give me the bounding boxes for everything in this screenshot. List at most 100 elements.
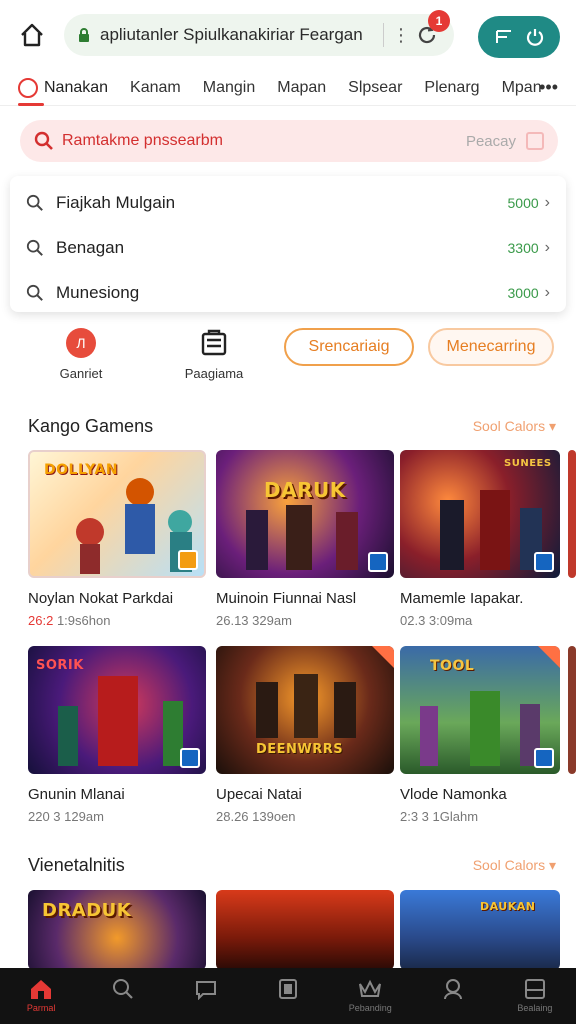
nav-search[interactable] — [91, 978, 155, 1014]
game-icon: Л — [66, 328, 96, 358]
nav-library[interactable] — [256, 978, 320, 1014]
nav-home[interactable]: Parmal — [9, 978, 73, 1014]
quick-actions: Л Ganriet Paagiama Srencariaig Menecarri… — [0, 326, 576, 386]
game-shortcut[interactable]: Л Ganriet — [50, 328, 112, 381]
game-card[interactable]: SORIK Gnunin Mlanai 220 3 129am — [28, 646, 206, 824]
tab-item[interactable]: Kanam — [130, 79, 181, 97]
card-meta: 26.13 329am — [216, 613, 292, 628]
game-thumbnail-partial — [568, 646, 576, 774]
game-thumbnail: TOOL — [400, 646, 560, 774]
more-vertical-icon[interactable]: ⋮ — [392, 25, 410, 46]
section-header: Vienetalnitis Sool Calors ▾ — [28, 855, 556, 876]
card-meta: 26:2 1:9s6hon — [28, 613, 111, 628]
game-thumbnail: DAUKAN — [400, 890, 560, 970]
home-icon — [21, 23, 43, 47]
address-bar[interactable]: apliutanler Spiulkanakiriar Feargan ⋮ 1 — [64, 10, 454, 56]
card-title: Upecai Natai — [216, 786, 302, 803]
search-bar[interactable]: Ramtakme pnssearbm Peacay — [20, 120, 558, 162]
see-all-link[interactable]: Sool Calors ▾ — [473, 418, 556, 435]
game-card[interactable]: DRADUK — [28, 890, 206, 970]
tab-item[interactable]: Slpsear — [348, 79, 402, 97]
badge-icon — [180, 748, 200, 768]
search-icon — [26, 194, 43, 211]
refresh-button[interactable]: 1 — [412, 10, 450, 50]
profile-icon — [443, 979, 462, 1000]
game-thumbnail: SORIK — [28, 646, 206, 774]
card-title: Gnunin Mlanai — [28, 786, 125, 803]
badge-icon — [368, 552, 388, 572]
card-meta: 2:3 3 1Glahm — [400, 809, 479, 824]
game-card[interactable]: DAUKAN — [400, 890, 560, 970]
card-title: Mamemle Iapakar. — [400, 590, 524, 607]
game-card[interactable]: SUNEES Mamemle Iapakar. 02.3 3:09ma — [400, 450, 560, 628]
search-input[interactable]: Ramtakme pnssearbm — [62, 132, 466, 150]
more-horizontal-icon[interactable]: ••• — [539, 77, 558, 98]
lock-icon — [79, 28, 89, 42]
game-thumbnail — [216, 890, 394, 970]
browser-bar: apliutanler Spiulkanakiriar Feargan ⋮ 1 — [0, 0, 576, 70]
game-thumbnail: DEENWRRS — [216, 646, 394, 774]
card-title: Vlode Namonka — [400, 786, 507, 803]
badge-icon — [534, 748, 554, 768]
game-thumbnail: DRADUK — [28, 890, 206, 970]
game-thumbnail-partial — [568, 450, 576, 578]
game-thumbnail: DOLLYAN — [28, 450, 206, 578]
card-meta: 02.3 3:09ma — [400, 613, 473, 628]
suggestion-item[interactable]: Benagan 3300 › — [10, 225, 566, 270]
nav-chat[interactable] — [174, 978, 238, 1014]
search-suggestions: Fiajkah Mulgain 5000 › Benagan 3300 › Mu… — [10, 176, 566, 312]
search-icon — [113, 979, 134, 999]
home-icon — [31, 980, 52, 999]
chat-icon — [195, 981, 216, 1000]
game-card[interactable] — [216, 890, 394, 970]
home-button[interactable] — [12, 15, 52, 55]
category-tabs: Nanakan Kanam Mangin Mapan Slpsear Plena… — [0, 70, 576, 106]
badge-icon — [534, 552, 554, 572]
search-pill-button[interactable]: Srencariaig — [284, 328, 414, 366]
tab-item[interactable]: Plenarg — [424, 79, 479, 97]
game-thumbnail: DARUK — [216, 450, 394, 578]
nav-profile[interactable] — [421, 978, 485, 1014]
card-meta: 220 3 129am — [28, 809, 104, 824]
search-icon — [26, 239, 43, 256]
chevron-right-icon: › — [544, 283, 550, 301]
page-shortcut[interactable]: Paagiama — [178, 328, 250, 381]
browser-actions — [478, 16, 560, 58]
chevron-right-icon: › — [544, 238, 550, 256]
card-title: Noylan Nokat Parkdai — [28, 590, 174, 607]
image-search-icon[interactable] — [526, 132, 544, 150]
page: apliutanler Spiulkanakiriar Feargan ⋮ 1 … — [0, 0, 576, 1024]
tabs-icon[interactable] — [493, 26, 515, 48]
card-title: Muinoin Fiunnai Nasl — [216, 590, 357, 607]
book-icon — [278, 979, 297, 999]
search-icon — [26, 284, 43, 301]
suggestion-item[interactable]: Fiajkah Mulgain 5000 › — [10, 180, 566, 225]
section-header: Kango Gamens Sool Calors ▾ — [28, 416, 556, 437]
nav-ranking[interactable]: Pebanding — [338, 978, 402, 1014]
bottom-nav: Parmal Pebanding Bealaing — [0, 968, 576, 1024]
tab-item[interactable]: Mapan — [277, 79, 326, 97]
notification-badge: 1 — [428, 10, 450, 32]
power-icon[interactable] — [524, 26, 546, 48]
menu-icon — [524, 979, 545, 999]
section-title: Vienetalnitis — [28, 855, 125, 875]
tab-item[interactable]: Mpan — [502, 79, 542, 97]
search-icon — [34, 131, 53, 150]
game-card[interactable]: DOLLYAN Noylan Nokat Parkdai 26:2 1:9s6h… — [28, 450, 206, 628]
see-all-link[interactable]: Sool Calors ▾ — [473, 857, 556, 874]
chevron-right-icon: › — [544, 193, 550, 211]
filter-pill-button[interactable]: Menecarring — [428, 328, 554, 366]
suggestion-item[interactable]: Munesiong 3000 › — [10, 270, 566, 315]
search-scope[interactable]: Peacay — [466, 133, 516, 150]
tab-home[interactable]: Nanakan — [18, 77, 108, 106]
game-card[interactable]: DARUK Muinoin Fiunnai Nasl 26.13 329am — [216, 450, 394, 628]
crown-icon — [359, 979, 382, 997]
nav-menu[interactable]: Bealaing — [503, 978, 567, 1014]
card-meta: 28.26 139oen — [216, 809, 296, 824]
section-title: Kango Gamens — [28, 416, 154, 436]
briefcase-icon — [201, 329, 227, 356]
url-text: apliutanler Spiulkanakiriar Feargan — [100, 25, 363, 44]
game-card[interactable]: DEENWRRS Upecai Natai 28.26 139oen — [216, 646, 394, 824]
tab-item[interactable]: Mangin — [203, 79, 255, 97]
game-card[interactable]: TOOL Vlode Namonka 2:3 3 1Glahm — [400, 646, 560, 824]
